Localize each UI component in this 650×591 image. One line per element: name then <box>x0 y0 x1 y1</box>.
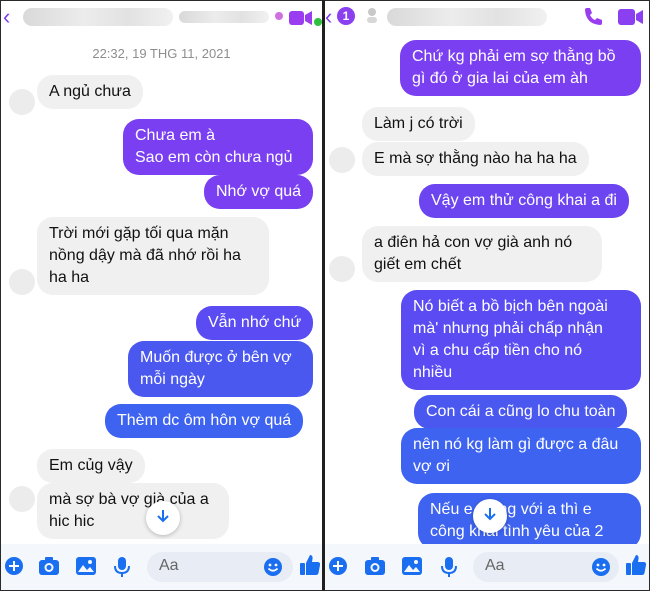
emoji-icon[interactable] <box>263 557 283 582</box>
message-input[interactable]: Aa <box>473 552 619 582</box>
blurred-contact-name <box>23 8 173 26</box>
composer-bar: Aa <box>1 544 322 590</box>
back-chevron-icon[interactable]: ‹ <box>3 4 10 30</box>
scroll-to-bottom-button[interactable] <box>473 499 507 533</box>
microphone-icon[interactable] <box>114 556 130 583</box>
message-outgoing: Vẫn nhớ chứ <box>196 306 314 340</box>
message-input-placeholder: Aa <box>485 557 505 574</box>
composer-bar: Aa <box>325 544 649 590</box>
thumbs-up-icon[interactable] <box>625 554 647 581</box>
video-icon[interactable] <box>289 10 313 31</box>
message-incoming: Trời mới gặp tối qua mặn nồng dậy mà đã … <box>37 217 269 295</box>
phone-icon[interactable] <box>274 9 284 28</box>
message-incoming: a điên hả con vợ già anh nó giết em chết <box>362 226 602 282</box>
chat-header: ‹ <box>1 1 322 35</box>
message-outgoing: Vậy em thử công khai a đi <box>419 184 629 218</box>
timestamp: 22:32, 19 THG 11, 2021 <box>92 46 231 61</box>
message-outgoing: Con cái a cũng lo chu toàn <box>414 395 628 429</box>
message-incoming: Em củg vậy <box>37 449 145 483</box>
camera-icon[interactable] <box>364 556 386 581</box>
message-outgoing: Nhớ vợ quá <box>204 175 314 209</box>
chat-panel-right: ‹ 1 Chứ kg phải em sợ thằng bồ gì đó ở g… <box>325 1 649 590</box>
message-outgoing: Thèm dc ôm hôn vợ quá <box>105 404 304 438</box>
message-outgoing: Nó biết a bồ bịch bên ngoài mà' nhưng ph… <box>401 290 641 390</box>
scroll-to-bottom-button[interactable] <box>146 501 180 535</box>
message-incoming: E mà sợ thằng nào ha ha ha <box>362 142 589 176</box>
blurred-contact-name <box>387 8 547 26</box>
avatar <box>329 147 355 173</box>
avatar <box>9 486 35 512</box>
message-input-placeholder: Aa <box>159 557 179 574</box>
message-outgoing: nên nó kg làm gì được a đâu vợ ơi <box>401 428 641 484</box>
message-outgoing: Muốn được ở bên vợ mỗi ngày <box>128 341 313 397</box>
message-outgoing: Chưa em à Sao em còn chưa ngủ <box>123 119 313 175</box>
avatar <box>329 256 355 282</box>
message-incoming: mà sợ bà vợ già của a hic hic <box>37 483 229 539</box>
chat-panel-left: ‹ 22:32, 19 THG 11, 2021 A ngủ chưa Chưa… <box>1 1 322 590</box>
microphone-icon[interactable] <box>441 556 457 583</box>
emoji-icon[interactable] <box>591 557 611 582</box>
unread-badge: 1 <box>337 7 355 25</box>
blurred-status <box>179 11 269 23</box>
back-chevron-icon[interactable]: ‹ <box>325 4 332 30</box>
message-outgoing: Chứ kg phải em sợ thằng bồ gì đó ở gia l… <box>400 40 641 96</box>
avatar <box>9 89 35 115</box>
arrow-down-icon <box>155 508 171 529</box>
message-outgoing: Nếu e t lòng với a thì e công khai tình … <box>418 493 641 549</box>
phone-icon[interactable] <box>583 6 603 31</box>
image-icon[interactable] <box>401 556 423 581</box>
arrow-down-icon <box>482 506 498 527</box>
image-icon[interactable] <box>75 556 97 581</box>
message-input[interactable]: Aa <box>147 552 293 582</box>
video-icon[interactable] <box>618 8 644 31</box>
chat-header: ‹ 1 <box>325 1 649 35</box>
camera-icon[interactable] <box>38 556 60 581</box>
plus-icon[interactable] <box>328 556 348 581</box>
plus-icon[interactable] <box>4 556 24 581</box>
contact-avatar-icon <box>365 6 379 29</box>
online-dot-icon <box>314 13 322 31</box>
message-incoming: Làm j có trời <box>362 107 475 141</box>
thumbs-up-icon[interactable] <box>299 554 321 581</box>
avatar <box>9 269 35 295</box>
message-incoming: A ngủ chưa <box>37 75 143 109</box>
